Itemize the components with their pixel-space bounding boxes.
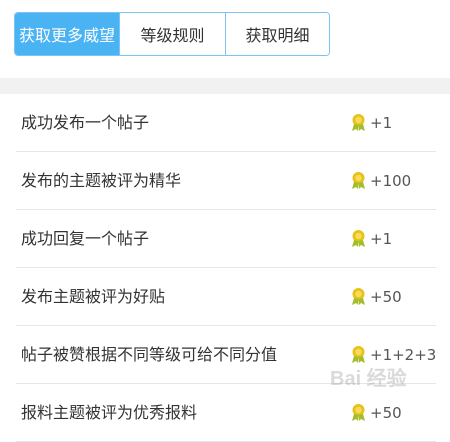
rules-list: 成功发布一个帖子 +1 发布的主题被评为精华 +100 成功回复一个帖子 +1 … (0, 94, 450, 442)
points-value: +1 (370, 113, 393, 132)
rule-points: +50 (350, 384, 402, 441)
rule-points: +1 (350, 210, 392, 267)
points-value: +50 (370, 287, 402, 306)
medal-icon (350, 345, 367, 364)
tab-level-rules[interactable]: 等级规则 (119, 13, 225, 55)
list-item: 发布主题被评为好贴 +50 (16, 268, 436, 326)
rule-label: 发布的主题被评为精华 (21, 171, 182, 190)
points-value: +100 (370, 171, 412, 190)
medal-icon (350, 403, 367, 422)
list-item: 成功回复一个帖子 +1 (16, 210, 436, 268)
list-item: 帖子被赞根据不同等级可给不同分值 +1+2+3 (16, 326, 436, 384)
rule-label: 报料主题被评为优秀报料 (21, 403, 198, 422)
rule-label: 成功回复一个帖子 (21, 229, 150, 248)
list-item: 发布的主题被评为精华 +100 (16, 152, 436, 210)
tab-earning-details[interactable]: 获取明细 (225, 13, 329, 55)
tab-get-more-prestige[interactable]: 获取更多威望 (15, 13, 119, 55)
tab-bar: 获取更多威望 等级规则 获取明细 (14, 12, 330, 56)
rule-points: +1 (350, 94, 392, 151)
rule-label: 发布主题被评为好贴 (21, 287, 166, 306)
rule-points: +1+2+3 (350, 326, 436, 383)
list-item: 报料主题被评为优秀报料 +50 (16, 384, 436, 442)
rule-label: 成功发布一个帖子 (21, 113, 150, 132)
medal-icon (350, 229, 367, 248)
medal-icon (350, 287, 367, 306)
rule-points: +50 (350, 268, 402, 325)
list-item: 成功发布一个帖子 +1 (16, 94, 436, 152)
medal-icon (350, 113, 367, 132)
rule-points: +100 (350, 152, 411, 209)
points-value: +50 (370, 403, 402, 422)
points-value: +1+2+3 (370, 345, 437, 364)
medal-icon (350, 171, 367, 190)
rule-label: 帖子被赞根据不同等级可给不同分值 (21, 345, 278, 364)
points-value: +1 (370, 229, 393, 248)
section-divider (0, 78, 450, 94)
